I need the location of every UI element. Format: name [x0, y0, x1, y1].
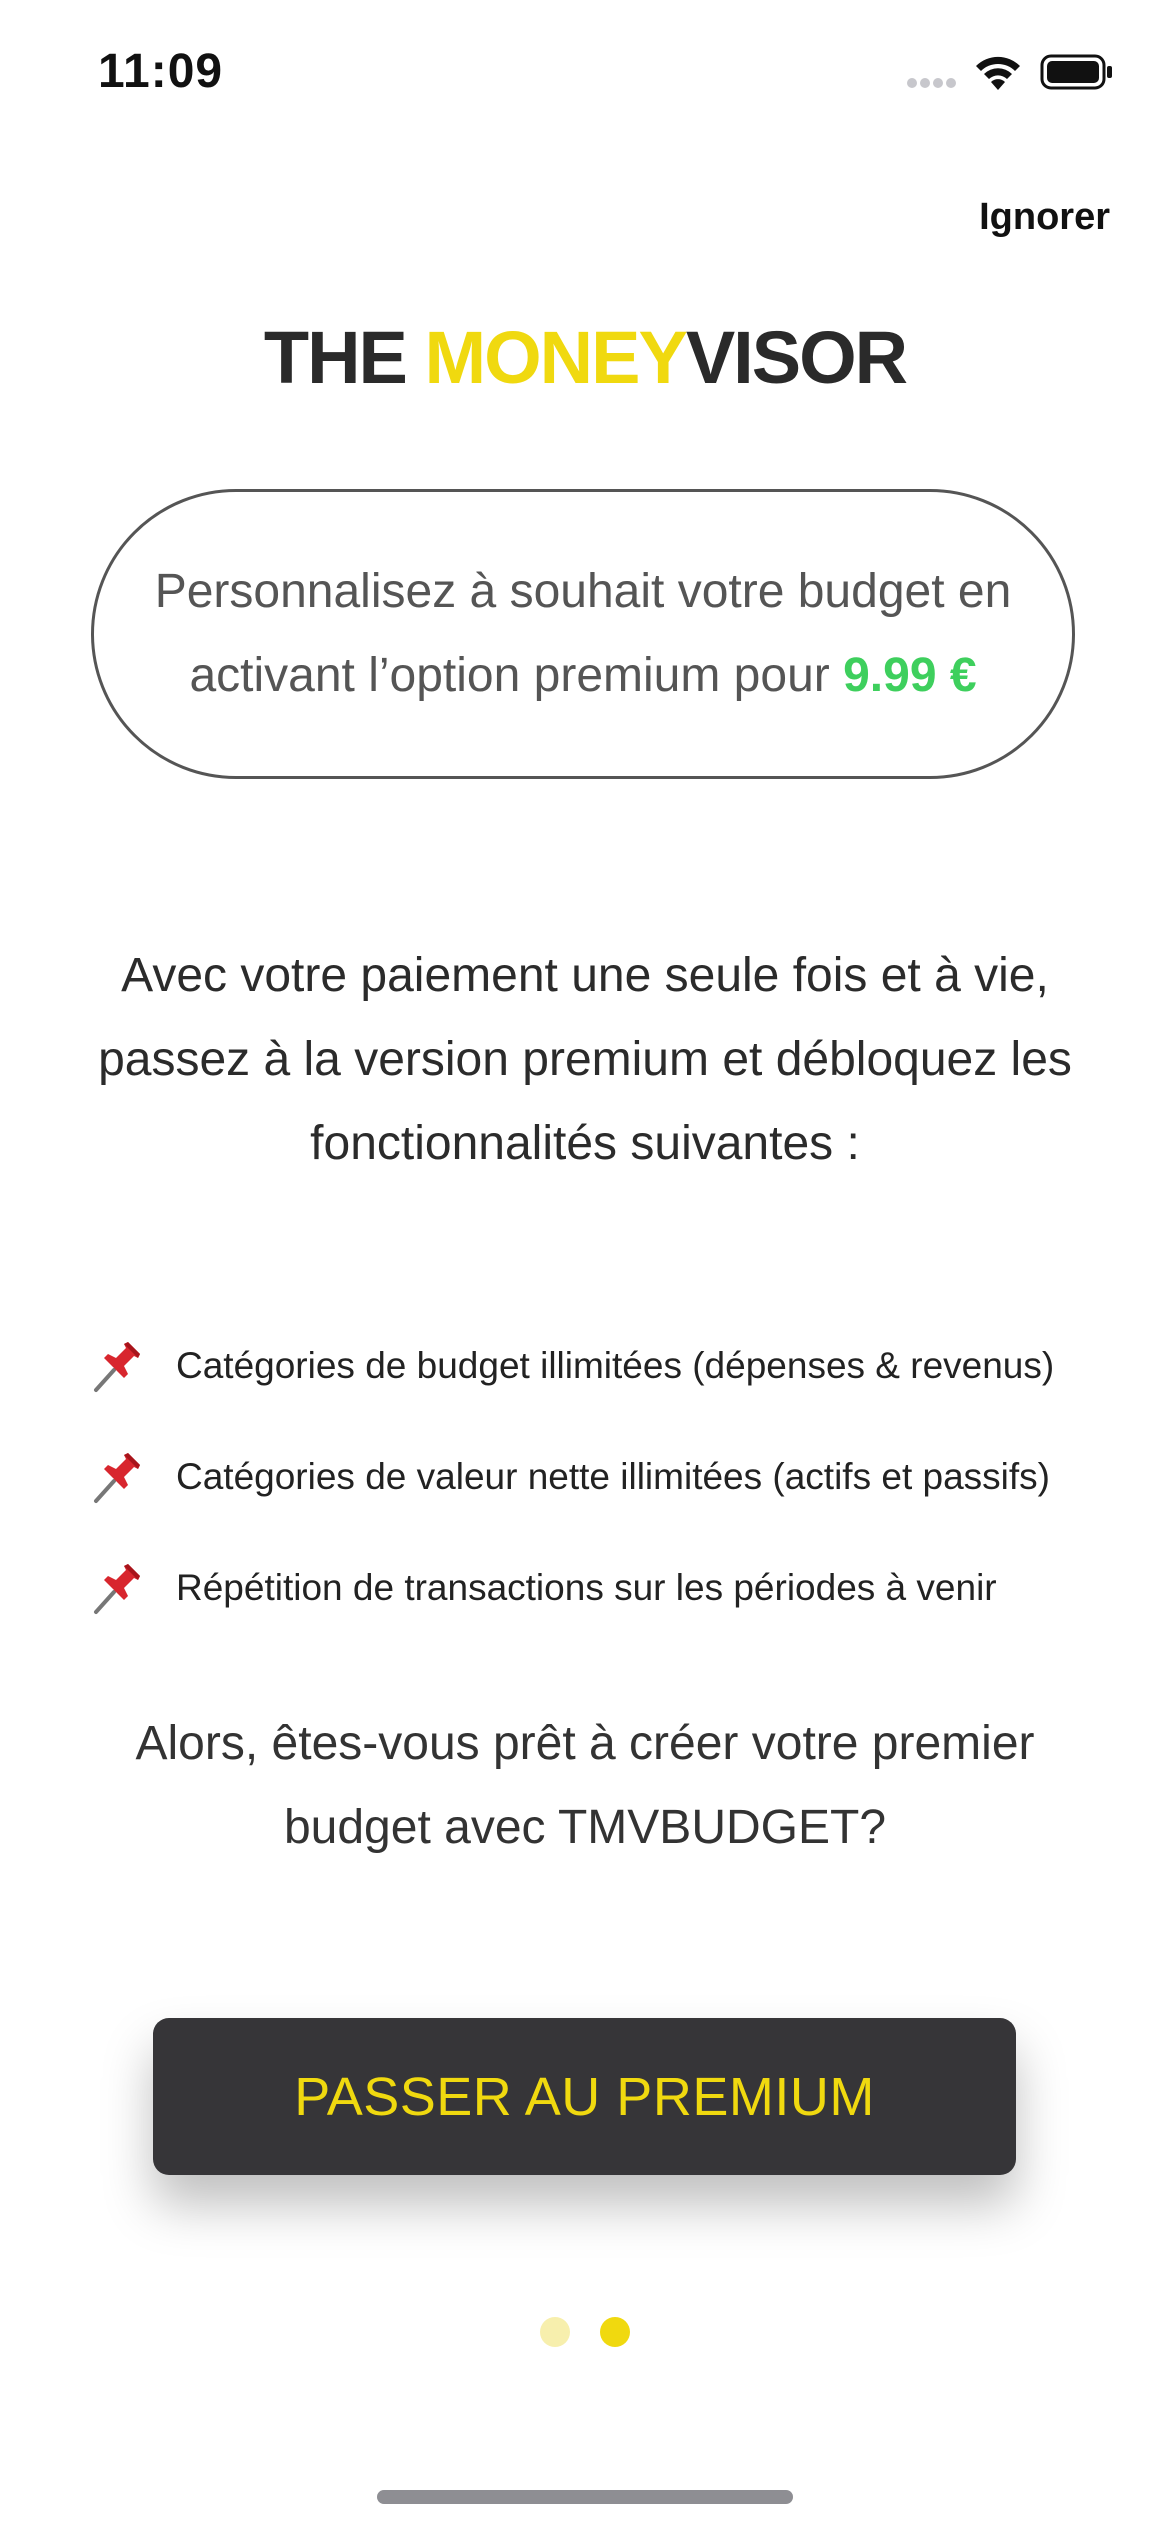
page-dot-1[interactable] [540, 2317, 570, 2347]
app-logo: THE MONEYVISOR [0, 316, 1170, 400]
list-item: Répétition de transactions sur les pério… [90, 1532, 1130, 1643]
feature-label: Catégories de valeur nette illimitées (a… [176, 1455, 1050, 1497]
list-item: Catégories de budget illimitées (dépense… [90, 1310, 1130, 1421]
signal-icon [907, 78, 956, 88]
pushpin-icon [94, 1341, 140, 1392]
battery-icon [1040, 54, 1112, 90]
list-item: Catégories de valeur nette illimitées (a… [90, 1421, 1130, 1532]
logo-part-visor: VISOR [685, 316, 908, 399]
logo-part-the: THE [263, 316, 425, 399]
feature-list: Catégories de budget illimitées (dépense… [90, 1310, 1130, 1643]
question-text: Alors, êtes-vous prêt à créer votre prem… [135, 1717, 1035, 1854]
promo-card: Personnalisez à souhait votre budget en … [91, 489, 1075, 779]
home-indicator[interactable] [377, 2490, 793, 2504]
status-bar: 11:09 [0, 0, 1170, 140]
status-time: 11:09 [98, 45, 224, 98]
pushpin-icon [94, 1563, 140, 1614]
pushpin-icon [94, 1452, 140, 1503]
promo-text-block: Personnalisez à souhait votre budget en … [143, 550, 1023, 718]
skip-button[interactable]: Ignorer [979, 196, 1110, 239]
intro-text: Avec votre paiement une seule fois et à … [98, 949, 1072, 1170]
page-dot-2[interactable] [600, 2317, 630, 2347]
promo-price: 9.99 € [843, 649, 977, 702]
feature-label: Catégories de budget illimitées (dépense… [176, 1344, 1055, 1386]
wifi-icon [976, 56, 1020, 90]
go-premium-button[interactable]: PASSER AU PREMIUM [153, 2018, 1016, 2175]
page-indicator [0, 2317, 1170, 2347]
feature-label: Répétition de transactions sur les pério… [176, 1566, 997, 1608]
go-premium-button-label: PASSER AU PREMIUM [294, 2066, 875, 2127]
logo-part-money: MONEY [424, 316, 687, 399]
